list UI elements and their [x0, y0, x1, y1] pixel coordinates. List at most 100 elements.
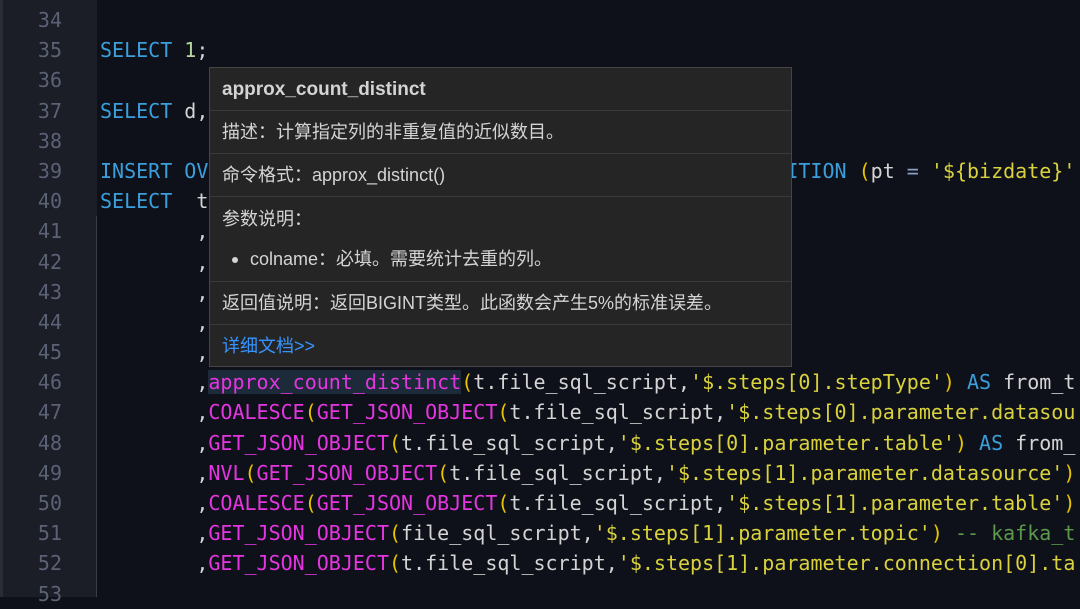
- code-token: [943, 521, 955, 545]
- code-token: GET_JSON_OBJECT: [317, 491, 498, 515]
- line-text: SELECT t: [100, 186, 208, 216]
- line-text: ,GET_JSON_OBJECT(t.file_sql_script,'$.st…: [100, 548, 1075, 578]
- code-token: (: [389, 521, 401, 545]
- code-token: from_: [1003, 431, 1075, 455]
- tooltip-return: 返回值说明：返回BIGINT类型。此函数会产生5%的标准误差。: [210, 282, 791, 325]
- code-token: GET_JSON_OBJECT: [257, 461, 438, 485]
- line-number: 46: [0, 367, 62, 397]
- code-line[interactable]: 52 ,GET_JSON_OBJECT(t.file_sql_script,'$…: [0, 548, 1080, 578]
- tooltip-footer: 详细文档>>: [210, 325, 791, 367]
- code-token: '$.steps[1].parameter.connection[0].ta: [618, 551, 1076, 575]
- line-number: 53: [0, 579, 62, 609]
- code-token: [955, 370, 967, 394]
- code-token: NVL: [208, 461, 244, 485]
- code-token: (: [497, 400, 509, 424]
- code-token: (: [305, 400, 317, 424]
- code-token: ,: [100, 431, 208, 455]
- bullet-icon: [232, 257, 238, 263]
- line-number: 45: [0, 337, 62, 367]
- code-token: ,: [100, 250, 208, 274]
- code-token: d,: [172, 99, 208, 123]
- code-line[interactable]: 47 ,COALESCE(GET_JSON_OBJECT(t.file_sql_…: [0, 397, 1080, 427]
- code-token: GET_JSON_OBJECT: [208, 431, 389, 455]
- code-line[interactable]: 34: [0, 5, 1080, 35]
- code-token: [919, 159, 931, 183]
- code-token: '${bizdate}': [931, 159, 1076, 183]
- param-item-text: colname：必填。需要统计去重的列。: [250, 249, 552, 269]
- line-text: ,: [100, 247, 208, 277]
- code-token: [967, 431, 979, 455]
- code-token: '$.steps[1].parameter.topic': [594, 521, 931, 545]
- tooltip-description: 描述：计算指定列的非重复值的近似数目。: [210, 111, 791, 154]
- code-token: t.file_sql_script,: [401, 431, 618, 455]
- tooltip-title: approx_count_distinct: [210, 68, 791, 111]
- code-token: ): [931, 521, 943, 545]
- line-text: ,: [100, 277, 208, 307]
- code-line[interactable]: 48 ,GET_JSON_OBJECT(t.file_sql_script,'$…: [0, 428, 1080, 458]
- code-token: '$.steps[0].parameter.table': [618, 431, 955, 455]
- line-text: ,: [100, 337, 208, 367]
- line-text: SELECT d,: [100, 96, 208, 126]
- code-token: AS: [979, 431, 1003, 455]
- line-number: 41: [0, 216, 62, 246]
- code-token: (: [461, 370, 473, 394]
- line-number: 50: [0, 488, 62, 518]
- code-token: t.file_sql_script,: [401, 551, 618, 575]
- line-text: ,COALESCE(GET_JSON_OBJECT(t.file_sql_scr…: [100, 397, 1075, 427]
- code-token: 1: [184, 38, 196, 62]
- code-line[interactable]: 35 SELECT 1;: [0, 35, 1080, 65]
- code-token: [172, 38, 184, 62]
- code-token: INSERT OV: [100, 159, 208, 183]
- line-text: ,GET_JSON_OBJECT(t.file_sql_script,'$.st…: [100, 428, 1075, 458]
- code-token: SELECT: [100, 99, 172, 123]
- code-line[interactable]: 49 ,NVL(GET_JSON_OBJECT(t.file_sql_scrip…: [0, 458, 1080, 488]
- code-token: (: [389, 431, 401, 455]
- line-number: 39: [0, 156, 62, 186]
- code-token: (: [437, 461, 449, 485]
- line-text: ,: [100, 216, 208, 246]
- code-token: GET_JSON_OBJECT: [317, 400, 498, 424]
- tooltip-format: 命令格式：approx_distinct(): [210, 154, 791, 197]
- line-number: 36: [0, 65, 62, 95]
- code-token: ,: [100, 491, 208, 515]
- doc-link[interactable]: 详细文档>>: [222, 336, 315, 356]
- line-number: 35: [0, 35, 62, 65]
- code-token: '$.steps[1].parameter.datasource': [666, 461, 1063, 485]
- code-token: file_sql_script,: [401, 521, 594, 545]
- code-line[interactable]: 46 ,approx_count_distinct(t.file_sql_scr…: [0, 367, 1080, 397]
- tooltip-params: 参数说明： colname：必填。需要统计去重的列。: [210, 197, 791, 282]
- code-token: ,: [100, 461, 208, 485]
- code-token: ,: [100, 521, 208, 545]
- code-token: from_t: [991, 370, 1075, 394]
- code-token: ,: [100, 310, 208, 334]
- line-number: 47: [0, 397, 62, 427]
- code-token: AS: [967, 370, 991, 394]
- line-text: ,NVL(GET_JSON_OBJECT(t.file_sql_script,'…: [100, 458, 1075, 488]
- line-number: 49: [0, 458, 62, 488]
- code-token: (: [497, 491, 509, 515]
- code-token: ;: [196, 38, 208, 62]
- code-token: =: [907, 159, 919, 183]
- line-number: 43: [0, 277, 62, 307]
- code-token: ): [943, 370, 955, 394]
- code-line[interactable]: 50 ,COALESCE(GET_JSON_OBJECT(t.file_sql_…: [0, 488, 1080, 518]
- code-token: ,: [100, 280, 208, 304]
- code-token: t.file_sql_script,: [473, 370, 690, 394]
- code-token: approx_count_distinct: [208, 370, 461, 394]
- code-token: t.file_sql_script,: [449, 461, 666, 485]
- params-label: 参数说明：: [222, 206, 779, 232]
- code-token: SELECT: [100, 189, 172, 213]
- code-token: (: [859, 159, 871, 183]
- code-token: pt: [871, 159, 907, 183]
- code-token: ): [1063, 461, 1075, 485]
- code-token: SELECT: [100, 38, 172, 62]
- line-number: 38: [0, 126, 62, 156]
- code-token: '$.steps[0].parameter.datasou: [726, 400, 1075, 424]
- code-token: (: [245, 461, 257, 485]
- line-text: SELECT 1;: [100, 35, 208, 65]
- code-token: t.file_sql_script,: [509, 400, 726, 424]
- code-line[interactable]: 51 ,GET_JSON_OBJECT(file_sql_script,'$.s…: [0, 518, 1080, 548]
- code-token: ,: [100, 400, 208, 424]
- code-line[interactable]: 53: [0, 579, 1080, 609]
- function-hover-tooltip: approx_count_distinct 描述：计算指定列的非重复值的近似数目…: [209, 67, 792, 367]
